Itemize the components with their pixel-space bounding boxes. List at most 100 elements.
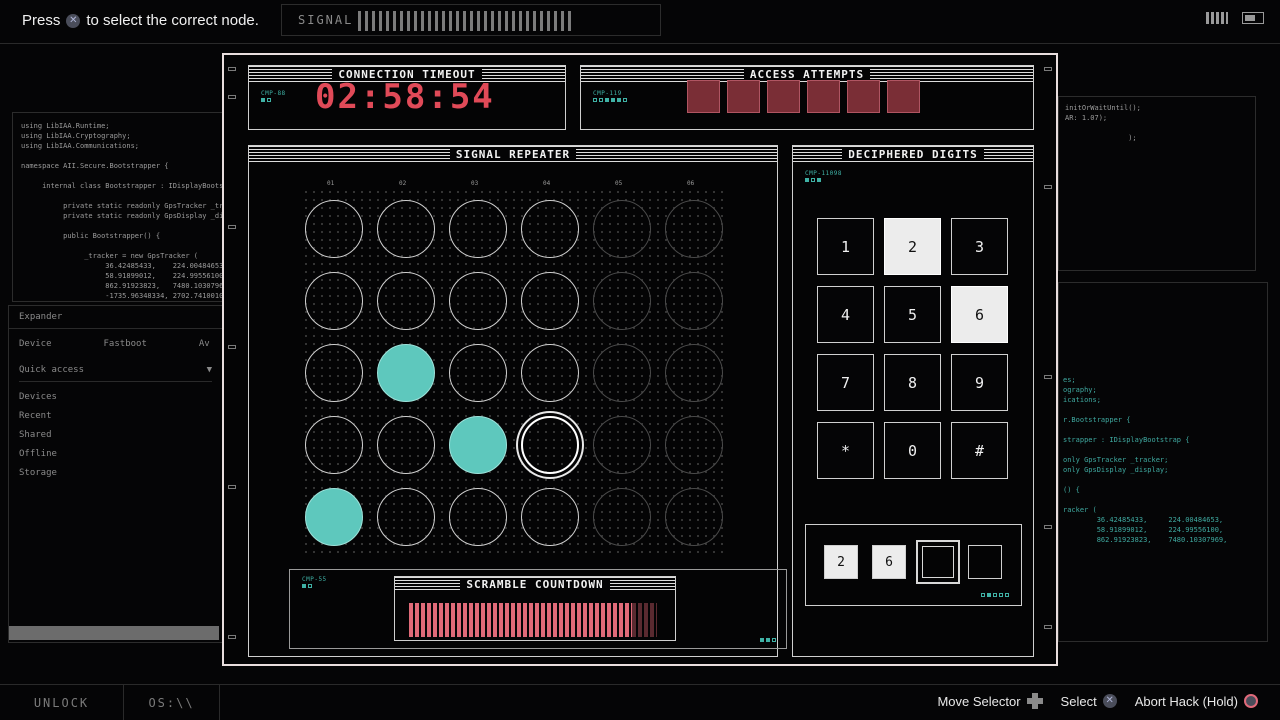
tab-os[interactable]: OS:\\ [124,685,220,720]
signal-node[interactable] [377,488,435,546]
keypad-key[interactable]: 4 [817,286,874,343]
status-square-icon [302,584,306,588]
signal-node[interactable] [521,344,579,402]
active-code-slot [916,540,960,584]
signal-node[interactable] [449,344,507,402]
side-tick [1044,185,1052,189]
countdown-bar-remaining [632,603,657,637]
side-tick [228,345,236,349]
keypad-key[interactable]: 2 [884,218,941,275]
signal-node[interactable] [521,488,579,546]
signal-node[interactable] [665,488,723,546]
repeater-title: SIGNAL REPEATER [449,148,577,161]
attempt-block [807,80,840,113]
keypad-key[interactable]: * [817,422,874,479]
signal-node[interactable] [305,200,363,258]
signal-node[interactable] [449,272,507,330]
tab-device[interactable]: Device [19,339,52,349]
keypad-key[interactable]: 5 [884,286,941,343]
status-square-icon [772,638,776,642]
keypad-key[interactable]: 3 [951,218,1008,275]
status-square-icon [811,178,815,182]
attempt-block [727,80,760,113]
keypad-key[interactable]: 7 [817,354,874,411]
tab-fastboot[interactable]: Fastboot [104,339,147,349]
abort-hint: Abort Hack (Hold) [1135,694,1258,709]
side-tick [1044,525,1052,529]
side-tick [1044,625,1052,629]
list-item[interactable]: Recent [9,407,222,426]
control-hints: Move Selector Select ✕ Abort Hack (Hold) [937,693,1258,709]
instruction-hint: Press ✕ to select the correct node. [22,12,259,29]
signal-node[interactable] [521,272,579,330]
quick-access[interactable]: Quick access ▼ [19,365,212,382]
signal-node[interactable] [377,416,435,474]
tab-unlock[interactable]: UNLOCK [0,685,124,720]
signal-node[interactable] [305,272,363,330]
list-item[interactable]: Storage [9,464,222,483]
move-selector-label: Move Selector [937,693,1021,709]
signal-node[interactable] [665,416,723,474]
keypad-key[interactable]: 9 [951,354,1008,411]
signal-node[interactable] [377,344,435,402]
signal-node[interactable] [377,200,435,258]
keypad-key[interactable]: # [951,422,1008,479]
signal-node[interactable] [305,488,363,546]
signal-node[interactable] [593,416,651,474]
keypad-key[interactable]: 8 [884,354,941,411]
signal-label: SIGNAL [298,13,354,27]
signal-node[interactable] [377,272,435,330]
deciphered-digits-panel: DECIPHERED DIGITS CMP-11098 1 2 3 4 5 6 7 8 9 * 0 #… [792,145,1034,657]
code-slots: 26 [805,524,1022,606]
side-tick [228,485,236,489]
system-status [1206,12,1264,24]
attempt-block [767,80,800,113]
column-header: 03 [471,180,479,187]
signal-node[interactable] [593,272,651,330]
cross-button-icon: ✕ [66,13,81,28]
attempt-block [687,80,720,113]
attempt-block [847,80,880,113]
cmp-code: CMP-119 [593,90,622,97]
cross-button-icon: ✕ [1102,694,1117,708]
panel-title: SIGNAL REPEATER [249,146,777,163]
signal-node[interactable] [305,344,363,402]
signal-node[interactable] [665,344,723,402]
keypad-key[interactable]: 1 [817,218,874,275]
list-item[interactable]: Offline [9,445,222,464]
list-item[interactable]: Devices [9,388,222,407]
hint-prefix: Press [22,12,61,29]
list-item[interactable]: Shared [9,426,222,445]
column-header: 01 [327,180,335,187]
signal-node[interactable] [665,272,723,330]
cmp-label: CMP-55 [302,576,327,590]
connection-timeout-panel: CONNECTION TIMEOUT CMP-88 02:58:54 [248,65,566,130]
signal-node[interactable] [593,344,651,402]
abort-label: Abort Hack (Hold) [1134,693,1238,709]
signal-node[interactable] [593,200,651,258]
status-square-icon [308,584,312,588]
deciphered-title: DECIPHERED DIGITS [842,148,984,161]
scramble-countdown: SCRAMBLE COUNTDOWN [394,576,676,641]
panel-title: SCRAMBLE COUNTDOWN [395,577,675,591]
keypad-key[interactable]: 6 [951,286,1008,343]
signal-node[interactable] [521,200,579,258]
move-selector-hint: Move Selector [937,693,1043,709]
signal-node[interactable] [449,200,507,258]
status-square-icon [623,98,627,102]
battery-icon [1242,12,1264,24]
status-square-icon [611,98,615,102]
column-header: 06 [687,180,695,187]
signal-meter: SIGNAL [281,4,661,36]
signal-node[interactable] [449,488,507,546]
selected-node[interactable] [521,416,579,474]
signal-node[interactable] [593,488,651,546]
signal-node[interactable] [665,200,723,258]
signal-node[interactable] [305,416,363,474]
tab-av[interactable]: Av [199,339,210,349]
signal-node[interactable] [449,416,507,474]
keypad-key[interactable]: 0 [884,422,941,479]
scramble-title: SCRAMBLE COUNTDOWN [460,577,610,591]
side-tick [228,67,236,71]
cmp-code: CMP-88 [261,90,286,97]
